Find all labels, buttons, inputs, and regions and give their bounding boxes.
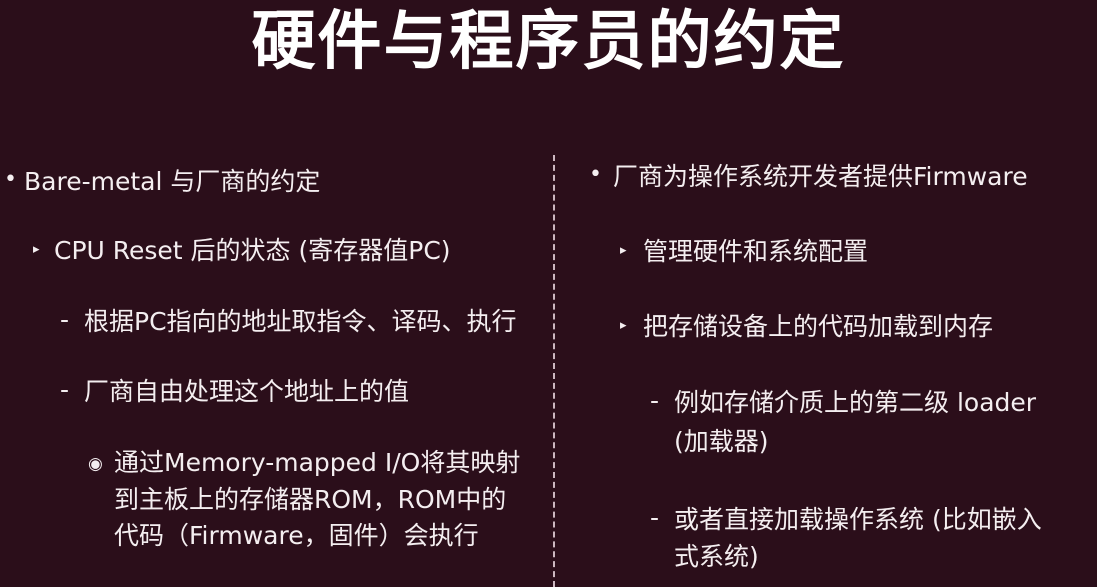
right-sub-1: 管理硬件和系统配置 bbox=[643, 237, 869, 266]
dash-bullet-icon: - bbox=[60, 375, 70, 404]
triangle-bullet-icon: ▸ bbox=[620, 318, 627, 333]
triangle-bullet-icon: ▸ bbox=[33, 242, 40, 257]
right-sub-2: 把存储设备上的代码加载到内存 bbox=[643, 312, 994, 341]
left-bullet-1: Bare-metal 与厂商的约定 bbox=[24, 167, 321, 196]
column-divider bbox=[553, 155, 555, 587]
bullet-dot-icon: • bbox=[589, 162, 602, 187]
triangle-bullet-icon: ▸ bbox=[620, 243, 627, 258]
right-item-1-line-1: 例如存储介质上的第二级 loader bbox=[674, 388, 1037, 417]
dash-bullet-icon: - bbox=[650, 386, 660, 415]
right-bullet-1: 厂商为操作系统开发者提供Firmware bbox=[613, 162, 1028, 191]
left-detail-line-3: 代码（Firmware，固件）会执行 bbox=[114, 521, 479, 550]
slide-title: 硬件与程序员的约定 bbox=[251, 5, 846, 79]
circle-bullet-icon: ◉ bbox=[88, 454, 103, 474]
left-sub-1: CPU Reset 后的状态 (寄存器值PC) bbox=[54, 236, 451, 265]
right-item-1-line-2: (加载器) bbox=[674, 427, 769, 456]
dash-bullet-icon: - bbox=[60, 305, 70, 334]
bullet-dot-icon: • bbox=[4, 167, 17, 192]
left-detail-line-1: 通过Memory-mapped I/O将其映射 bbox=[114, 448, 521, 477]
left-item-2: 厂商自由处理这个地址上的值 bbox=[84, 377, 410, 406]
right-item-2-line-2: 式系统) bbox=[674, 542, 759, 571]
dash-bullet-icon: - bbox=[650, 503, 660, 532]
left-item-1: 根据PC指向的地址取指令、译码、执行 bbox=[84, 307, 517, 336]
right-item-2-line-1: 或者直接加载操作系统 (比如嵌入 bbox=[674, 505, 1042, 534]
left-detail-line-2: 到主板上的存储器ROM，ROM中的 bbox=[114, 485, 507, 514]
